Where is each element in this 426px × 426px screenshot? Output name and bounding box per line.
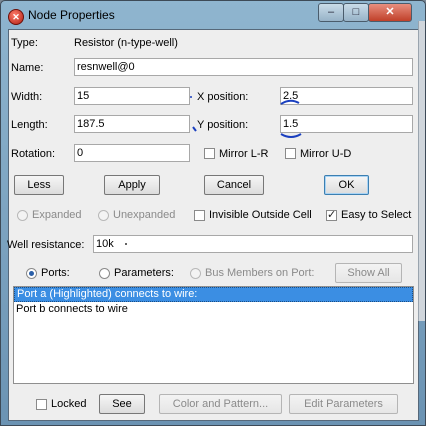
annotation-dot-1 <box>190 96 192 98</box>
node-properties-window: ✕ Node Properties – □ ✕ Type: Resistor (… <box>0 0 426 426</box>
annotation-underline-y <box>280 133 302 138</box>
annotation-underline-x <box>280 99 300 105</box>
annotation-tick <box>192 126 197 132</box>
annotation-marks <box>125 96 302 245</box>
window-edge-scrollbar[interactable] <box>418 21 425 321</box>
annotation-dot-2 <box>125 243 127 245</box>
